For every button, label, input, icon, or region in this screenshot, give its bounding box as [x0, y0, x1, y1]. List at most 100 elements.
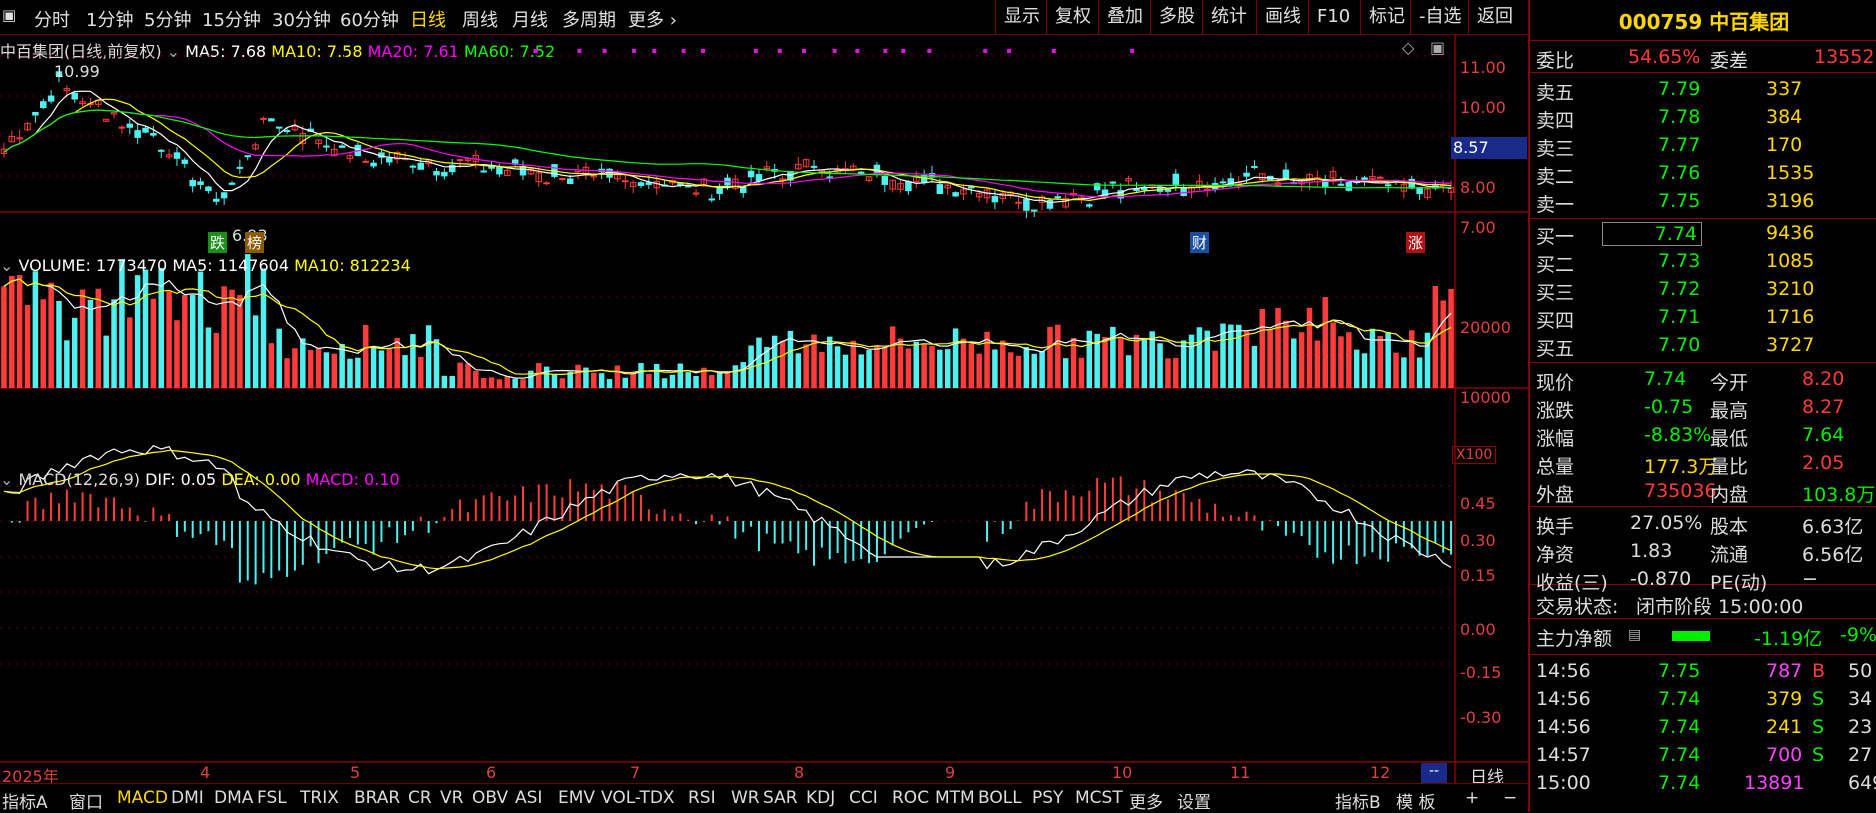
btn-multi-stock[interactable]: 多股 — [1150, 0, 1203, 34]
tick-row: 14:56 7.74 379 S 34 — [1530, 686, 1876, 714]
btn-stats[interactable]: 统计 — [1202, 0, 1255, 34]
quote-label: 量比 — [1710, 456, 1749, 478]
kline-chart[interactable] — [0, 34, 1528, 783]
tick-price: 7.74 — [1658, 716, 1701, 738]
indicator-tab-kdj[interactable]: KDJ — [806, 788, 835, 808]
indicator-tab-rsi[interactable]: RSI — [688, 788, 716, 808]
list-icon[interactable]: ▤ — [1628, 627, 1641, 643]
indicator-tab-emv[interactable]: EMV — [558, 788, 595, 808]
menu-icon[interactable]: ▣ — [2, 6, 16, 24]
tag-down[interactable]: 跌 — [208, 232, 228, 253]
quote-value: -0.75 — [1644, 396, 1694, 418]
quote-value: 103.8万 — [1802, 484, 1876, 506]
period-intraday[interactable]: 分时 — [34, 6, 70, 32]
indicator-tab-boll[interactable]: BOLL — [978, 788, 1022, 808]
quote-row: 总量 177.3万 量比 2.05 — [1530, 450, 1876, 478]
quote-label: 现价 — [1536, 372, 1575, 394]
period-5min[interactable]: 5分钟 — [144, 6, 191, 32]
btn-mark[interactable]: 标记 — [1360, 0, 1413, 34]
volume-unit: X100 — [1452, 446, 1497, 464]
bottom-right-tab[interactable]: + — [1465, 788, 1479, 808]
bids-row[interactable]: 买二 7.73 1085 — [1530, 248, 1876, 276]
bottom-right-tab[interactable]: 指标B — [1335, 788, 1381, 813]
bids-row[interactable]: 买五 7.70 3727 — [1530, 332, 1876, 360]
bids-row[interactable]: 买四 7.71 1716 — [1530, 304, 1876, 332]
tag-rank[interactable]: 榜 — [245, 232, 265, 253]
period-multi[interactable]: 多周期 — [562, 6, 616, 32]
quote-value: 177.3万 — [1644, 456, 1718, 478]
indicator-tab-brar[interactable]: BRAR — [354, 788, 400, 808]
indicator-tab-指标a[interactable]: 指标A — [2, 788, 48, 813]
quote-panel: 000759 中百集团 委比 54.65% 委差 13552 交易状态: 闭市阶… — [1528, 0, 1876, 812]
indicator-tab-窗口[interactable]: 窗口 — [69, 788, 103, 813]
asks-row[interactable]: 卖二 7.76 1535 — [1530, 160, 1876, 188]
indicator-tab-mcst[interactable]: MCST — [1075, 788, 1123, 808]
indicator-tab-dma[interactable]: DMA — [214, 788, 253, 808]
btn-display[interactable]: 显示 — [995, 0, 1048, 34]
bids-volume: 9436 — [1766, 222, 1815, 244]
asks-row[interactable]: 卖五 7.79 337 — [1530, 76, 1876, 104]
tag-finance[interactable]: 财 — [1190, 232, 1210, 253]
trade-status-label: 交易状态: — [1536, 596, 1619, 618]
indicator-tab-设置[interactable]: 设置 — [1177, 788, 1211, 813]
indicator-tab-mtm[interactable]: MTM — [935, 788, 975, 808]
tick-time: 14:56 — [1536, 660, 1591, 682]
asks-label: 卖五 — [1536, 82, 1575, 104]
asks-row[interactable]: 卖四 7.78 384 — [1530, 104, 1876, 132]
x-axis-label: 7 — [630, 763, 641, 782]
btn-draw[interactable]: 画线 — [1256, 0, 1309, 34]
bids-row[interactable]: 买一 7.74 9436 — [1530, 220, 1876, 248]
quote-row: 净资 1.83 流通 6.56亿 — [1530, 538, 1876, 566]
indicator-tab-dmi[interactable]: DMI — [171, 788, 204, 808]
bids-price: 7.71 — [1658, 306, 1701, 328]
asks-row[interactable]: 卖三 7.77 170 — [1530, 132, 1876, 160]
btn-f10[interactable]: F10 — [1308, 0, 1358, 34]
period-more[interactable]: 更多 › — [628, 6, 677, 32]
asks-volume: 337 — [1766, 78, 1803, 100]
indicator-tab-更多[interactable]: 更多 — [1129, 788, 1163, 813]
indicator-tab-roc[interactable]: ROC — [892, 788, 929, 808]
tag-up[interactable]: 涨 — [1406, 232, 1426, 253]
btn-adjust[interactable]: 复权 — [1046, 0, 1099, 34]
period-15min[interactable]: 15分钟 — [202, 6, 261, 32]
quote-label: 总量 — [1536, 456, 1575, 478]
tick-price: 7.74 — [1658, 688, 1701, 710]
tick-side: S — [1812, 744, 1825, 766]
period-daily[interactable]: 日线 — [410, 6, 446, 32]
period-monthly[interactable]: 月线 — [512, 6, 548, 32]
btn-back[interactable]: 返回 — [1468, 0, 1521, 34]
indicator-tab-obv[interactable]: OBV — [472, 788, 508, 808]
period-60min[interactable]: 60分钟 — [340, 6, 399, 32]
indicator-tab-fsl[interactable]: FSL — [257, 788, 287, 808]
period-1min[interactable]: 1分钟 — [86, 6, 133, 32]
indicator-tab-asi[interactable]: ASI — [515, 788, 542, 808]
indicator-tab-wr[interactable]: WR — [731, 788, 760, 808]
volume-tick: 10000 — [1460, 388, 1511, 407]
tick-count: 34 — [1848, 688, 1873, 710]
indicator-tab-vr[interactable]: VR — [440, 788, 463, 808]
indicator-tab-macd[interactable]: MACD — [117, 788, 168, 808]
period-weekly[interactable]: 周线 — [462, 6, 498, 32]
indicator-tab-vol-tdx[interactable]: VOL-TDX — [601, 788, 675, 808]
bids-row[interactable]: 买三 7.72 3210 — [1530, 276, 1876, 304]
bottom-right-tab[interactable]: 模 板 — [1396, 788, 1435, 813]
period-30min[interactable]: 30分钟 — [272, 6, 331, 32]
asks-row[interactable]: 卖一 7.75 3196 — [1530, 188, 1876, 216]
chevron-down-icon[interactable]: ⌄ — [0, 256, 13, 275]
stock-name: 中百集团 — [1709, 10, 1790, 34]
main-flow-row: 主力净额 ▤ -1.19亿 -9% — [1530, 622, 1876, 650]
quote-label: 今开 — [1710, 372, 1749, 394]
btn-watchlist[interactable]: -自选 — [1410, 0, 1470, 34]
asks-price: 7.78 — [1658, 106, 1701, 128]
indicator-tab-trix[interactable]: TRIX — [300, 788, 339, 808]
indicator-tab-psy[interactable]: PSY — [1032, 788, 1063, 808]
asks-volume: 1535 — [1766, 162, 1815, 184]
macd-tick: -0.15 — [1460, 663, 1502, 682]
indicator-tab-sar[interactable]: SAR — [763, 788, 798, 808]
chevron-down-icon[interactable]: ⌄ — [0, 470, 13, 489]
btn-overlay[interactable]: 叠加 — [1098, 0, 1151, 34]
bids-price: 7.74 — [1602, 222, 1702, 246]
bottom-right-tab[interactable]: − — [1503, 788, 1517, 808]
indicator-tab-cr[interactable]: CR — [408, 788, 432, 808]
indicator-tab-cci[interactable]: CCI — [849, 788, 878, 808]
